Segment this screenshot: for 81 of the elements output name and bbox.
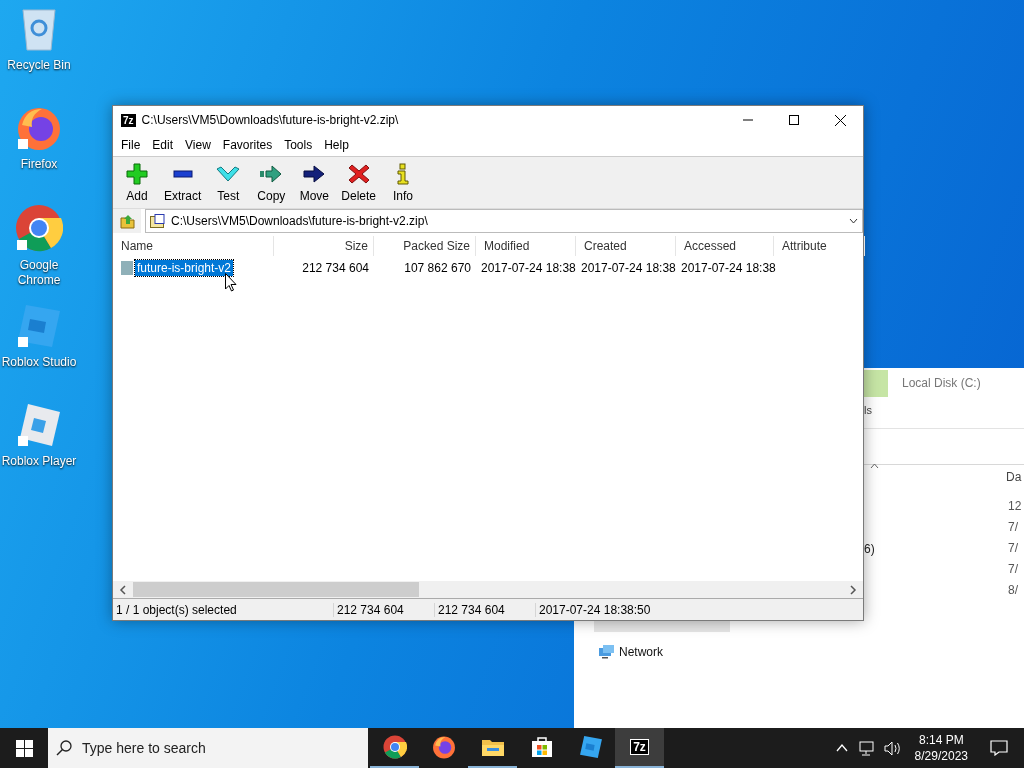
search-field[interactable]: Type here to search xyxy=(48,728,368,768)
folder-up-icon xyxy=(119,213,135,229)
roblox-player-icon[interactable] xyxy=(16,402,62,448)
mouse-pointer-icon xyxy=(225,273,237,292)
menu-item[interactable]: Favorites xyxy=(216,138,279,152)
firefox-icon xyxy=(431,735,456,759)
sevenzip-taskbar-button[interactable]: 7z xyxy=(615,728,664,768)
table-cell-text: 107 862 670 xyxy=(403,261,472,275)
date-cell-text: 7/ xyxy=(1008,541,1019,555)
menu-item[interactable]: Help xyxy=(318,138,355,152)
scroll-right-icon[interactable] xyxy=(849,584,857,595)
column-header[interactable]: Accessed xyxy=(676,236,774,256)
table-cell-text: 2017-07-24 18:38 xyxy=(680,261,774,275)
maximize-icon xyxy=(789,115,799,125)
date-cell: 12 xyxy=(1008,499,1022,513)
network-icon[interactable] xyxy=(857,740,874,756)
status-text: 1 / 1 object(s) selected xyxy=(113,602,334,617)
window-title: C:\Users\VM5\Downloads\future-is-bright-v2.zip\ xyxy=(141,113,399,127)
move-button[interactable]: Move xyxy=(294,159,335,206)
sort-caret-icon xyxy=(870,463,879,469)
delete-button[interactable]: Delete xyxy=(337,159,381,206)
folder-icon xyxy=(480,737,505,757)
menu-item[interactable]: View xyxy=(179,138,217,152)
delete-x-icon xyxy=(347,162,370,185)
volume-icon[interactable] xyxy=(883,740,902,756)
item-label: 6) xyxy=(864,542,875,556)
column-header[interactable]: Packed Size xyxy=(374,236,476,256)
show-hidden-icons-caret-icon[interactable] xyxy=(835,744,848,752)
clock[interactable]: 8:14 PM 8/29/2023 xyxy=(906,732,976,764)
notification-icon[interactable] xyxy=(990,740,1008,756)
roblox-studio-icon[interactable] xyxy=(16,303,62,349)
table-cell-text: 2017-07-24 18:38 xyxy=(580,261,676,275)
firefox-icon[interactable] xyxy=(16,105,62,151)
ribbon-label: ls xyxy=(864,404,872,416)
recycle-bin-icon[interactable] xyxy=(19,6,59,52)
add-button[interactable]: Add xyxy=(117,159,157,206)
menu-item[interactable]: Edit xyxy=(146,138,180,152)
menu-item[interactable]: Tools xyxy=(278,138,319,152)
column-header[interactable]: Modified xyxy=(476,236,576,256)
column-header[interactable]: Attribute xyxy=(774,236,865,256)
column-header[interactable]: Name xyxy=(113,236,274,256)
date-cell-text: 7/ xyxy=(1008,520,1019,534)
column-header[interactable]: Created xyxy=(576,236,676,256)
info-icon xyxy=(396,162,411,185)
close-icon xyxy=(834,114,846,126)
roblox-studio-icon xyxy=(578,735,603,759)
table-cell-text: 2017-07-24 18:38 xyxy=(480,261,576,275)
column-header[interactable]: Size xyxy=(274,236,374,256)
windows-logo-icon xyxy=(15,739,33,757)
nav-item[interactable]: Network xyxy=(619,644,663,659)
ribbon-tab-highlight xyxy=(864,370,888,397)
column-header[interactable]: Da xyxy=(1006,470,1022,484)
chrome-icon xyxy=(382,735,407,759)
archive-icon xyxy=(150,214,166,228)
search-icon xyxy=(56,740,72,756)
date-cell-text: 8/ xyxy=(1008,583,1019,597)
address-field[interactable]: C:\Users\VM5\Downloads\future-is-bright-v2.zip\ xyxy=(145,209,863,233)
status-text: 2017-07-24 18:38:50 xyxy=(538,602,651,617)
copy-button[interactable]: Copy xyxy=(251,159,292,206)
up-folder-button[interactable] xyxy=(113,209,141,233)
date-cell-text: 7/ xyxy=(1008,562,1019,576)
ribbon-tab[interactable]: Local Disk (C:) xyxy=(902,376,981,390)
menu-item[interactable]: File xyxy=(115,138,147,152)
file-name[interactable]: future-is-bright-v2 xyxy=(135,260,234,276)
arrow-right-icon xyxy=(259,162,284,185)
file-icon xyxy=(121,261,133,275)
store-bag-icon xyxy=(530,736,553,758)
network-icon xyxy=(598,644,615,659)
plus-icon xyxy=(126,162,148,185)
scrollbar-thumb[interactable] xyxy=(133,582,419,597)
arrow-right-icon xyxy=(302,162,327,185)
status-text: 212 734 604 xyxy=(435,602,536,617)
scroll-left-icon[interactable] xyxy=(119,584,127,595)
status-text: 212 734 604 xyxy=(334,602,435,617)
table-cell-text: 212 734 604 xyxy=(301,261,370,275)
test-button[interactable]: Test xyxy=(208,159,249,206)
info-button[interactable]: Info xyxy=(383,159,424,206)
dropdown-caret-icon[interactable] xyxy=(849,218,858,224)
chrome-icon[interactable] xyxy=(15,204,63,252)
app-icon: 7z xyxy=(121,113,136,127)
extract-button[interactable]: Extract xyxy=(160,159,206,206)
